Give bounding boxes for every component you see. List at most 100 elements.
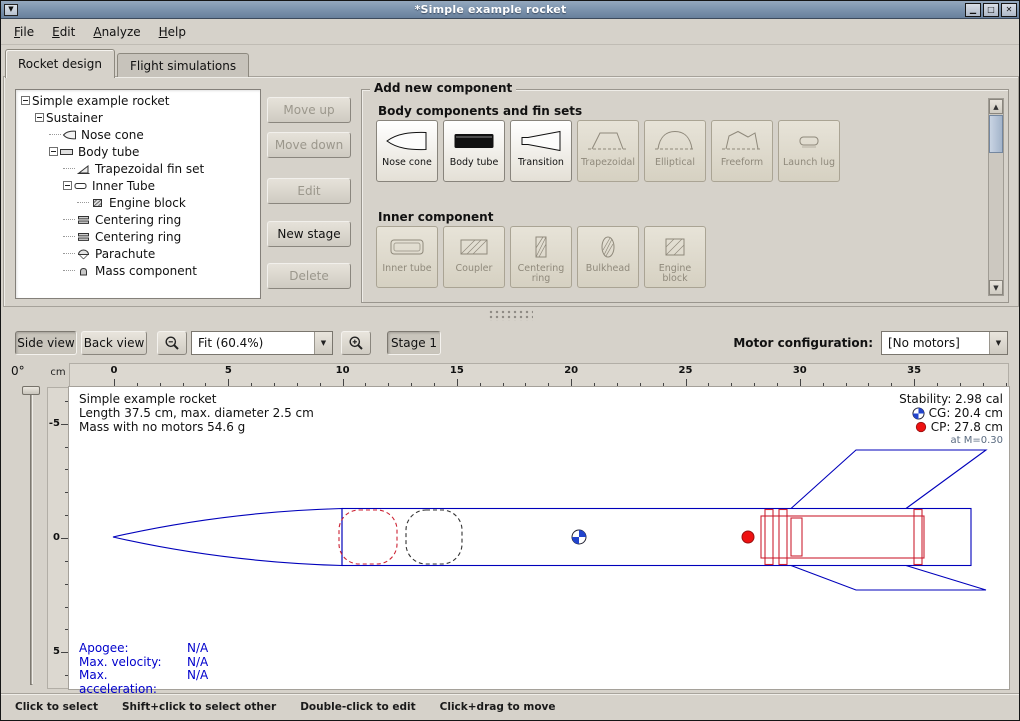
tree-item-label: Parachute [93, 247, 157, 261]
fin-top-outline [791, 450, 986, 509]
tree-item-parachute[interactable]: Parachute [19, 245, 260, 262]
status-hint: Shift+click to select other [122, 701, 276, 713]
component-button-label: Bulkhead [586, 264, 630, 274]
stage-1-toggle[interactable]: Stage 1 [387, 331, 441, 355]
transition-component-button[interactable]: Transition [510, 120, 572, 182]
trapezoidal-component-button: Trapezoidal [577, 120, 639, 182]
scroll-down-icon[interactable]: ▼ [989, 280, 1003, 295]
component-button-label: Coupler [456, 264, 493, 274]
component-button-label: Nose cone [382, 158, 432, 168]
finset-icon [76, 163, 91, 175]
window-menu-icon[interactable]: ▼ [4, 4, 18, 16]
rocket-info-line: Mass with no motors 54.6 g [79, 420, 314, 434]
rocket-info-text: Simple example rocketLength 37.5 cm, max… [79, 392, 314, 434]
tree-item-sustainer[interactable]: Sustainer [19, 109, 260, 126]
component-button-row: Inner tubeCouplerCentering ringBulkheadE… [376, 226, 706, 288]
flight-data-row: Apogee:N/A [79, 642, 208, 656]
zoom-out-button[interactable] [157, 331, 187, 355]
tree-item-engine-block[interactable]: Engine block [19, 194, 260, 211]
splitpane-grip[interactable] [489, 310, 533, 321]
component-button-label: Centering ring [511, 264, 571, 284]
window-title: *Simple example rocket [18, 3, 963, 16]
scrollbar-thumb[interactable] [989, 115, 1003, 153]
maximize-button[interactable]: □ [983, 3, 999, 17]
tree-connector [77, 202, 89, 203]
rocket-info-line: Length 37.5 cm, max. diameter 2.5 cm [79, 406, 314, 420]
nose-cone-outline [113, 509, 342, 566]
ruler-tick [114, 379, 115, 387]
coupler-lg-icon [452, 234, 496, 260]
zoom-in-button[interactable] [341, 331, 371, 355]
parachute-icon [76, 248, 91, 260]
ruler-number: 0 [53, 532, 60, 543]
rocket-view-panel: 0° cm 05101520253035 -505 [1, 359, 1020, 693]
ruler-tick [457, 379, 458, 387]
zoom-select[interactable]: Fit (60.4%) ▼ [191, 331, 333, 355]
ruler-number: -5 [49, 418, 60, 429]
rotation-slider[interactable] [30, 389, 33, 685]
tree-connector [63, 270, 75, 271]
flight-data-label: Apogee: [79, 642, 187, 656]
inner-tube-component-button: Inner tube [376, 226, 438, 288]
elliptical-component-button: Elliptical [644, 120, 706, 182]
component-button-label: Trapezoidal [581, 158, 635, 168]
tree-item-body-tube[interactable]: Body tube [19, 143, 260, 160]
tab-flight-simulations[interactable]: Flight simulations [117, 53, 249, 77]
rotation-slider-handle[interactable] [22, 386, 40, 395]
motor-configuration-select[interactable]: [No motors] ▼ [881, 331, 1008, 355]
tree-expander-icon[interactable] [21, 96, 30, 105]
status-bar: Click to selectShift+click to select oth… [1, 693, 1019, 721]
body-tube-component-button[interactable]: Body tube [443, 120, 505, 182]
tree-item-label: Engine block [107, 196, 188, 210]
flight-data-value: N/A [187, 669, 208, 696]
close-button[interactable]: ✕ [1001, 3, 1017, 17]
tree-expander-icon[interactable] [49, 147, 58, 156]
menu-analyze[interactable]: Analyze [84, 22, 149, 42]
tab-rocket-design[interactable]: Rocket design [5, 49, 115, 78]
component-button-label: Body tube [450, 158, 499, 168]
tree-item-simple-example-rocket[interactable]: Simple example rocket [19, 92, 260, 109]
tree-item-mass-component[interactable]: Mass component [19, 262, 260, 279]
component-scrollbar[interactable]: ▲ ▼ [988, 98, 1004, 296]
cp-marker [742, 531, 754, 543]
nosecone-lg-icon [385, 128, 429, 154]
tree-item-label: Simple example rocket [30, 94, 171, 108]
minimize-button[interactable]: ▁ [965, 3, 981, 17]
tree-expander-icon[interactable] [35, 113, 44, 122]
ruler-tick [800, 379, 801, 387]
ruler-tick [61, 538, 69, 539]
move-down-button: Move down [267, 132, 351, 158]
component-tree[interactable]: Simple example rocketSustainerNose coneB… [15, 89, 261, 299]
tree-expander-icon[interactable] [63, 181, 72, 190]
side-view-button[interactable]: Side view [15, 331, 77, 355]
menu-edit[interactable]: Edit [43, 22, 84, 42]
bodytube-lg-icon [452, 128, 496, 154]
tree-item-label: Centering ring [93, 213, 183, 227]
tree-connector [63, 253, 75, 254]
centeringring-icon [76, 231, 91, 243]
centering-ring-second [779, 510, 787, 565]
menu-file[interactable]: File [5, 22, 43, 42]
tree-item-inner-tube[interactable]: Inner Tube [19, 177, 260, 194]
motor-configuration-label: Motor configuration: [733, 336, 873, 350]
tree-item-centering-ring[interactable]: Centering ring [19, 211, 260, 228]
ruler-number: 0 [111, 365, 118, 376]
launch-lug-component-button: Launch lug [778, 120, 840, 182]
chevron-down-icon[interactable]: ▼ [314, 332, 332, 354]
nose-cone-component-button[interactable]: Nose cone [376, 120, 438, 182]
tree-item-trapezoidal-fin-set[interactable]: Trapezoidal fin set [19, 160, 260, 177]
bulkhead-component-button: Bulkhead [577, 226, 639, 288]
title-bar[interactable]: ▼ *Simple example rocket ▁ □ ✕ [1, 1, 1019, 19]
scroll-up-icon[interactable]: ▲ [989, 99, 1003, 114]
tree-connector [49, 134, 61, 135]
menu-help[interactable]: Help [150, 22, 195, 42]
chevron-down-icon[interactable]: ▼ [989, 332, 1007, 354]
rocket-drawing-area[interactable]: Simple example rocketLength 37.5 cm, max… [69, 387, 1009, 689]
stability-info: Stability: 2.98 cal CG: 20.4 cm CP: 27.8… [899, 392, 1003, 448]
tree-item-nose-cone[interactable]: Nose cone [19, 126, 260, 143]
tree-item-centering-ring[interactable]: Centering ring [19, 228, 260, 245]
rotation-angle-label: 0° [11, 364, 25, 378]
back-view-button[interactable]: Back view [81, 331, 147, 355]
zoom-in-icon [348, 335, 364, 351]
new-stage-button[interactable]: New stage [267, 221, 351, 247]
